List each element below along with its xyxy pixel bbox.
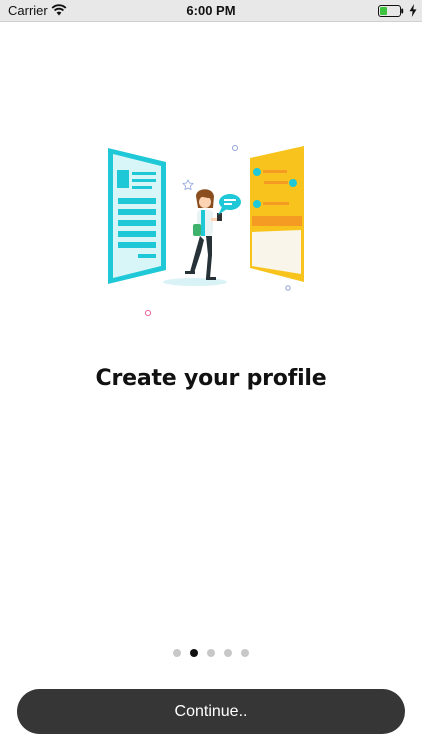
page-indicator[interactable] xyxy=(0,649,422,657)
page-title: Create your profile xyxy=(95,366,327,391)
page-dot-active[interactable] xyxy=(190,649,198,657)
profile-card-left xyxy=(108,148,166,284)
status-bar: Carrier 6:00 PM xyxy=(0,0,422,22)
page-dot[interactable] xyxy=(241,649,249,657)
status-time: 6:00 PM xyxy=(186,3,236,18)
continue-button[interactable]: Continue.. xyxy=(17,689,405,734)
ground-shadow xyxy=(163,278,227,286)
sparkle-dot xyxy=(285,285,291,291)
speech-bubble xyxy=(218,194,241,215)
page-dot[interactable] xyxy=(224,649,232,657)
profile-illustration xyxy=(108,145,304,317)
sparkle-dot xyxy=(144,309,152,317)
sparkle-dot xyxy=(232,145,238,151)
profile-card-right xyxy=(250,146,304,282)
charging-icon xyxy=(409,4,417,17)
page-dot[interactable] xyxy=(173,649,181,657)
person-figure xyxy=(185,189,222,280)
star-icon xyxy=(182,179,194,191)
battery-icon xyxy=(378,5,404,17)
page-dot[interactable] xyxy=(207,649,215,657)
